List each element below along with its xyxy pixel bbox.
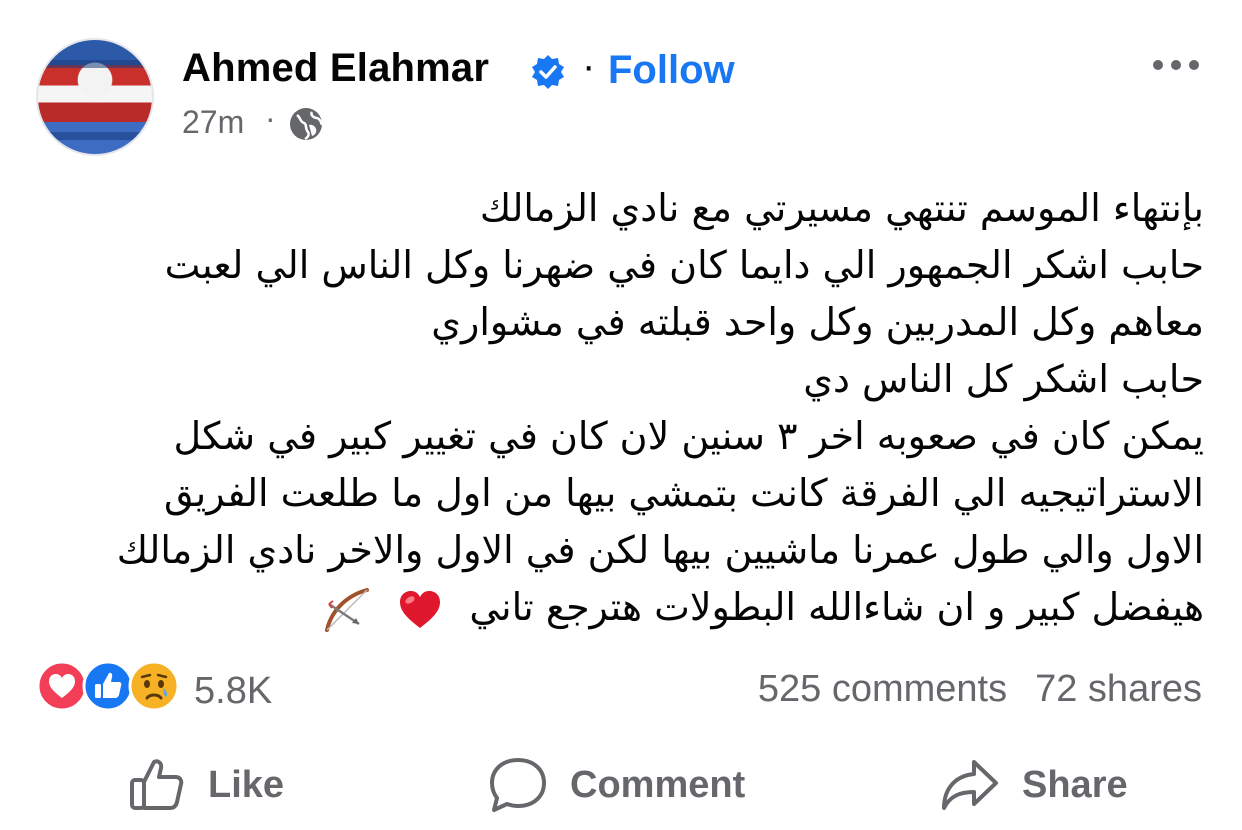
post-body: بإنتهاء الموسم تنتهي مسيرتي مع نادي الزم… xyxy=(44,180,1204,636)
comment-label: Comment xyxy=(570,763,746,806)
post-header: Ahmed Elahmar · Follow 27m · xyxy=(0,0,1242,170)
share-arrow-icon xyxy=(942,760,998,810)
thumbs-up-icon xyxy=(130,759,184,810)
reaction-count[interactable]: 5.8K xyxy=(194,670,272,713)
avatar-decor xyxy=(38,60,152,68)
post-line: حابب اشكر كل الناس دي xyxy=(803,357,1204,401)
verified-badge-icon xyxy=(532,55,564,89)
post-last-line: هيفضل كبير و ان شاءالله البطولات هترجع ت… xyxy=(44,579,1204,636)
follow-button[interactable]: Follow xyxy=(608,48,735,93)
like-label: Like xyxy=(208,763,285,806)
sad-icon xyxy=(128,660,180,712)
like-button[interactable]: Like xyxy=(128,745,284,825)
avatar-decor xyxy=(38,132,152,140)
separator-dot: · xyxy=(582,44,596,88)
post-line: الاستراتيجيه الي الفرقة كانت بتمشي بيها … xyxy=(163,471,1204,515)
comment-button[interactable]: Comment xyxy=(488,745,745,825)
post-line: يمكن كان في صعوبه اخر ٣ سنين لان كان في … xyxy=(173,414,1204,458)
post-line: بإنتهاء الموسم تنتهي مسيرتي مع نادي الزم… xyxy=(479,186,1204,230)
author-name[interactable]: Ahmed Elahmar xyxy=(182,46,489,91)
action-bar: Like Comment Share xyxy=(0,745,1242,825)
post-line: هيفضل كبير و ان شاءالله البطولات هترجع ت… xyxy=(469,585,1204,629)
engagement-stats: 525 comments 72 shares xyxy=(730,668,1202,711)
post-timestamp[interactable]: 27m xyxy=(182,104,244,141)
separator-dot: · xyxy=(265,100,276,136)
globe-icon[interactable] xyxy=(288,106,324,142)
love-icon xyxy=(36,660,88,712)
comments-count[interactable]: 525 comments xyxy=(758,668,1007,710)
post-line: معاهم وكل المدربين وكل واحد قبلته في مشو… xyxy=(431,300,1204,344)
post-line: الاول والي طول عمرنا ماشيين بيها لكن في … xyxy=(116,528,1204,572)
share-label: Share xyxy=(1022,763,1128,806)
like-icon xyxy=(82,660,134,712)
bow-and-arrow-icon xyxy=(325,587,370,632)
red-heart-icon xyxy=(400,590,441,628)
comment-bubble-icon xyxy=(490,758,546,812)
shares-count[interactable]: 72 shares xyxy=(1035,668,1202,710)
more-options-icon[interactable] xyxy=(1150,50,1202,80)
avatar[interactable] xyxy=(36,38,154,156)
post-line: حابب اشكر الجمهور الي دايما كان في ضهرنا… xyxy=(164,243,1204,287)
share-button[interactable]: Share xyxy=(940,745,1128,825)
